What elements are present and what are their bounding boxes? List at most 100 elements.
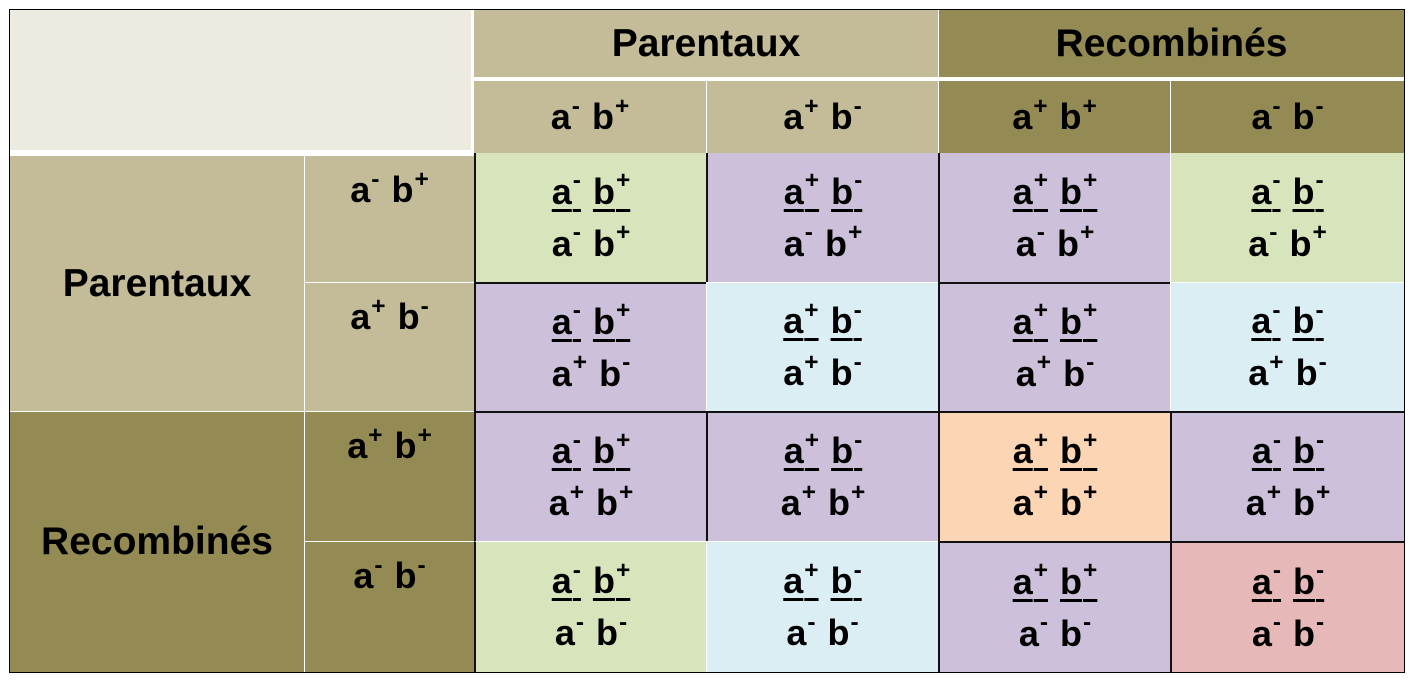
allele-letter: b+	[592, 297, 631, 342]
allele-sign: +	[1082, 92, 1097, 120]
allele-letter: b-	[830, 92, 862, 137]
allele-letter: a-	[551, 167, 581, 212]
offspring-paternal-gamete: a+ b-	[784, 426, 863, 471]
allele-letter: a+	[1245, 478, 1282, 523]
allele-sign: +	[572, 349, 588, 377]
allele-sign: -	[374, 551, 383, 579]
allele-letter: b+	[394, 421, 432, 466]
allele-letter: a-	[551, 219, 581, 264]
row-gamete-header: a-b+	[304, 153, 474, 282]
allele-letter: a+	[350, 292, 386, 337]
allele-letter: b-	[831, 426, 863, 471]
allele-letter: b+	[391, 165, 429, 210]
offspring-cell: a+ b-a-b-	[706, 541, 938, 672]
offspring-cell: a-b+ a+ b+	[474, 411, 706, 541]
allele-letter: a-	[1251, 92, 1281, 137]
allele-sign: -	[571, 92, 580, 120]
allele-letter: b-	[1293, 557, 1325, 602]
allele-sign: +	[368, 421, 383, 449]
allele-letter: a+	[1012, 167, 1049, 212]
allele-sign: -	[1316, 426, 1325, 454]
offspring-cell: a+ b+ a-b+	[938, 153, 1170, 282]
offspring-cell: a-b-a-b-	[1170, 541, 1404, 672]
allele-letter: a+	[1012, 426, 1049, 471]
allele-letter: b+	[596, 478, 634, 523]
allele-letter: a+	[1012, 92, 1048, 137]
allele-sign: +	[1083, 478, 1098, 506]
allele-sign: -	[1315, 296, 1324, 324]
allele-sign: -	[371, 165, 380, 193]
offspring-cell: a+ b+ a+ b-	[938, 282, 1170, 411]
offspring-maternal-gamete: a-b-	[786, 608, 858, 653]
offspring-maternal-gamete: a-b-	[1018, 609, 1091, 654]
offspring-paternal-gamete: a+ b-	[783, 167, 862, 212]
punnett-table: Parentaux Recombinés a-b+ a+ b-a+ b+ a-b- Paren…	[9, 9, 1405, 673]
allele-letter: b-	[397, 292, 429, 337]
allele-sign: +	[614, 92, 630, 120]
allele-sign: +	[1033, 426, 1049, 454]
offspring-cell: a-b-a+ b+	[1170, 411, 1404, 541]
offspring-maternal-gamete: a+ b-	[552, 351, 630, 392]
row-group-header-parentaux: Parentaux	[10, 153, 304, 411]
allele-letter: a-	[1018, 609, 1049, 654]
allele-letter: a+	[783, 348, 819, 393]
allele-letter: a+	[783, 556, 819, 601]
gamete-genotype: a+ b+	[1012, 92, 1097, 137]
allele-letter: a-	[551, 426, 581, 471]
gamete-genotype: a-b-	[1251, 92, 1323, 137]
allele-letter: b+	[592, 167, 631, 212]
offspring-cell: a+ b-a+ b-	[706, 282, 938, 411]
allele-letter: b+	[1059, 92, 1097, 137]
allele-sign: -	[1272, 609, 1282, 637]
allele-sign: +	[1083, 167, 1098, 195]
allele-sign: -	[1316, 609, 1325, 637]
allele-letter: a-	[551, 297, 581, 342]
offspring-maternal-gamete: a-b+	[551, 219, 631, 264]
allele-sign: +	[804, 556, 819, 584]
allele-letter: a+	[783, 92, 819, 137]
allele-letter: a-	[1248, 219, 1278, 264]
gamete-genotype: a+ b-	[350, 292, 429, 337]
allele-letter: b+	[591, 92, 630, 137]
offspring-maternal-gamete: a+ b+	[1013, 480, 1098, 521]
allele-sign: +	[851, 478, 866, 506]
allele-letter: a-	[1015, 219, 1045, 264]
allele-sign: -	[1272, 557, 1282, 585]
allele-letter: b+	[592, 219, 631, 264]
allele-sign: +	[804, 92, 819, 120]
gamete-genotype: a+ b-	[783, 92, 862, 137]
allele-letter: a+	[783, 296, 819, 341]
offspring-cell: a+ b-a+ b+	[706, 411, 938, 541]
allele-sign: +	[1033, 92, 1048, 120]
allele-sign: -	[572, 426, 581, 454]
allele-letter: a-	[1251, 426, 1282, 471]
allele-sign: -	[575, 608, 585, 636]
allele-sign: -	[572, 219, 581, 247]
allele-letter: a+	[783, 167, 820, 212]
allele-letter: a-	[786, 608, 816, 653]
allele-sign: -	[619, 608, 628, 636]
gamete-genotype: a-b-	[353, 553, 425, 594]
allele-sign: -	[853, 348, 862, 376]
allele-sign: +	[414, 165, 429, 193]
allele-sign: +	[1269, 348, 1284, 376]
offspring-maternal-gamete: a+ b+	[549, 478, 634, 523]
allele-sign: +	[615, 426, 631, 454]
offspring-cell: a-b+ a-b-	[474, 541, 706, 672]
allele-letter: a-	[1251, 296, 1281, 341]
allele-letter: b-	[830, 556, 862, 601]
allele-letter: a+	[1248, 348, 1284, 393]
offspring-maternal-gamete: a-b+	[784, 221, 862, 262]
offspring-paternal-gamete: a+ b+	[1012, 167, 1098, 212]
allele-letter: a+	[347, 421, 383, 466]
offspring-cell: a+ b+ a-b-	[938, 541, 1170, 672]
allele-sign: +	[1079, 219, 1095, 247]
allele-sign: +	[1312, 219, 1327, 247]
allele-letter: b-	[1292, 167, 1324, 212]
allele-letter: b+	[1060, 426, 1098, 471]
allele-letter: b+	[1060, 297, 1098, 342]
allele-sign: +	[1033, 557, 1049, 585]
allele-sign: +	[804, 426, 820, 454]
allele-sign: +	[1083, 297, 1098, 325]
offspring-paternal-gamete: a-b-	[1251, 426, 1324, 471]
